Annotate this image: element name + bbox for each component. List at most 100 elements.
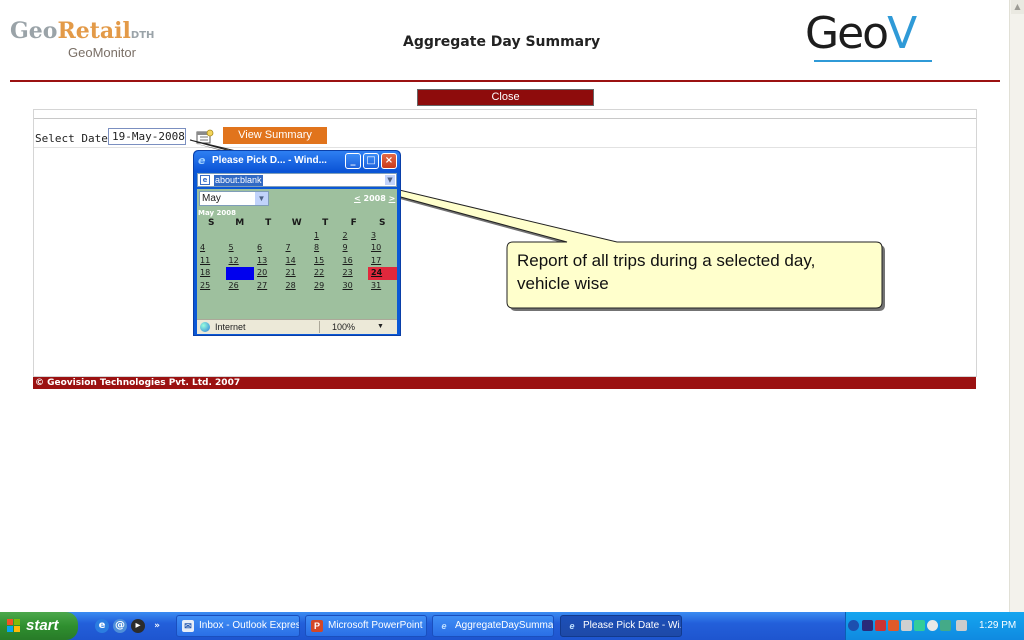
tray-user-icon[interactable]	[862, 620, 873, 631]
calendar-day[interactable]: 5	[226, 242, 255, 255]
calendar-day[interactable]: 8	[311, 242, 340, 255]
calendar-day[interactable]: 1	[311, 230, 340, 243]
zoom-dropdown-icon[interactable]: ▼	[377, 320, 384, 334]
georetail-logo: GeoRetailDTH GeoMonitor	[10, 18, 155, 60]
maximize-button[interactable]: □	[363, 153, 379, 169]
tray-monitor-icon[interactable]	[901, 620, 912, 631]
calendar-day[interactable]: 6	[254, 242, 283, 255]
calendar-day[interactable]: 29	[311, 280, 340, 293]
calendar-day[interactable]: 9	[340, 242, 369, 255]
outlook-quicklaunch-icon[interactable]: @	[113, 619, 127, 633]
prev-year-link[interactable]: <	[354, 194, 361, 203]
minimize-icon: _	[350, 155, 356, 166]
content-panel	[33, 109, 977, 377]
tray-misc-icon[interactable]	[956, 620, 967, 631]
ie-icon: e	[441, 621, 447, 631]
task-label: Inbox - Outlook Express	[199, 620, 300, 631]
powerpoint-icon: P	[311, 620, 323, 632]
task-powerpoint[interactable]: P Microsoft PowerPoint ...	[305, 615, 427, 637]
popup-title-text: Please Pick D... - Wind...	[212, 155, 327, 166]
tray-security-icon[interactable]	[940, 620, 951, 631]
calendar-week-row: 4 5 6 7 8 9 10	[197, 242, 397, 255]
calendar-week-row: 25 26 27 28 29 30 31	[197, 280, 397, 293]
task-label: AggregateDaySumma...	[455, 620, 554, 631]
internet-globe-icon	[200, 322, 210, 332]
calendar-day[interactable]: 7	[283, 242, 312, 255]
calendar-day[interactable]: 17	[368, 255, 397, 268]
tray-expand-icon[interactable]	[848, 620, 859, 631]
calendar-day[interactable]: 25	[197, 280, 226, 293]
popup-status-bar: Internet 100% ▼	[197, 319, 397, 334]
media-quicklaunch-icon[interactable]: ▸	[131, 619, 145, 633]
weekday-label: S	[379, 218, 386, 228]
calendar-day[interactable]: 19	[225, 267, 254, 280]
calendar-day[interactable]: 10	[368, 242, 397, 255]
more-quicklaunch-icon[interactable]: »	[150, 619, 164, 633]
month-select[interactable]: May ▼	[199, 191, 269, 206]
popup-title-bar[interactable]: e Please Pick D... - Wind... _ □ ×	[194, 151, 400, 172]
calendar-day[interactable]: 16	[340, 255, 369, 268]
calendar-day[interactable]: 22	[311, 267, 340, 280]
callout-text: Report of all trips during a selected da…	[517, 251, 816, 293]
task-outlook-express[interactable]: ✉ Inbox - Outlook Express	[176, 615, 300, 637]
address-text: about:blank	[214, 175, 263, 186]
calendar-day[interactable]: 21	[283, 267, 312, 280]
minimize-button[interactable]: _	[345, 153, 361, 169]
logo-subtitle: GeoMonitor	[68, 45, 136, 60]
calendar-day[interactable]: 31	[368, 280, 397, 293]
calendar-day[interactable]: 30	[340, 280, 369, 293]
close-icon: ×	[384, 155, 394, 166]
calendar-empty-cell	[283, 230, 312, 243]
address-dropdown-icon[interactable]: ▼	[385, 175, 395, 185]
footer-copyright: © Geovision Technologies Pvt. Ltd. 2007	[33, 377, 976, 389]
year-label: 2008	[363, 194, 386, 203]
calendar-empty-cell	[254, 230, 283, 243]
task-label: Microsoft PowerPoint ...	[328, 620, 427, 631]
geov-logo: GeoV	[805, 10, 917, 58]
ie-icon: e	[198, 154, 206, 167]
view-summary-button[interactable]: View Summary	[223, 127, 327, 144]
calendar-day[interactable]: 26	[226, 280, 255, 293]
calendar-body: May ▼ < 2008 > May 2008 SMTWTFS123456789…	[197, 189, 397, 319]
tray-app-icon[interactable]	[888, 620, 899, 631]
scroll-up-icon[interactable]: ▲	[1011, 0, 1024, 14]
windows-flag-icon	[7, 619, 20, 632]
calendar-day[interactable]: 27	[254, 280, 283, 293]
start-button[interactable]: start	[0, 612, 78, 640]
calendar-day[interactable]: 23	[340, 267, 369, 280]
next-year-link[interactable]: >	[389, 194, 396, 203]
task-please-pick-date[interactable]: e Please Pick Date - Wi...	[560, 615, 682, 637]
close-button[interactable]: Close	[417, 89, 594, 106]
popup-close-button[interactable]: ×	[381, 153, 397, 169]
date-input[interactable]: 19-May-2008	[108, 128, 186, 145]
address-bar[interactable]: e about:blank ▼	[197, 173, 397, 187]
calendar-icon[interactable]	[196, 129, 214, 144]
system-tray: 1:29 PM	[845, 612, 1024, 640]
tray-volume-icon[interactable]	[927, 620, 938, 631]
weekday-label: S	[208, 218, 215, 228]
zoom-level[interactable]: 100%	[332, 320, 355, 334]
calendar-grid: S M T W T F S 1 2 3 4 5 6 7 8 9 10 11 12 13 14 15 16 17 18 19 20 21…	[197, 217, 397, 292]
calendar-day[interactable]: 2	[340, 230, 369, 243]
status-zone-text: Internet	[215, 322, 246, 332]
calendar-day[interactable]: 18	[197, 267, 226, 280]
calendar-day[interactable]: 20	[254, 267, 283, 280]
calendar-day[interactable]: 14	[283, 255, 312, 268]
chevron-down-icon[interactable]: ▼	[255, 192, 268, 205]
ie-quicklaunch-icon[interactable]: e	[95, 619, 109, 633]
tray-wifi-icon[interactable]	[914, 620, 925, 631]
calendar-day[interactable]: 12	[226, 255, 255, 268]
logo-suffix: DTH	[130, 30, 155, 41]
page-icon: e	[200, 175, 210, 185]
calendar-day[interactable]: 15	[311, 255, 340, 268]
calendar-day[interactable]: 28	[283, 280, 312, 293]
task-aggregate-day-summary[interactable]: e AggregateDaySumma...	[432, 615, 554, 637]
calendar-day[interactable]: 3	[368, 230, 397, 243]
task-label: Please Pick Date - Wi...	[583, 620, 682, 631]
tray-network-icon[interactable]	[875, 620, 886, 631]
calendar-day[interactable]: 13	[254, 255, 283, 268]
vertical-scrollbar[interactable]: ▲	[1009, 0, 1024, 612]
calendar-day[interactable]: 4	[197, 242, 226, 255]
calendar-day[interactable]: 24	[368, 267, 397, 280]
calendar-day[interactable]: 11	[197, 255, 226, 268]
